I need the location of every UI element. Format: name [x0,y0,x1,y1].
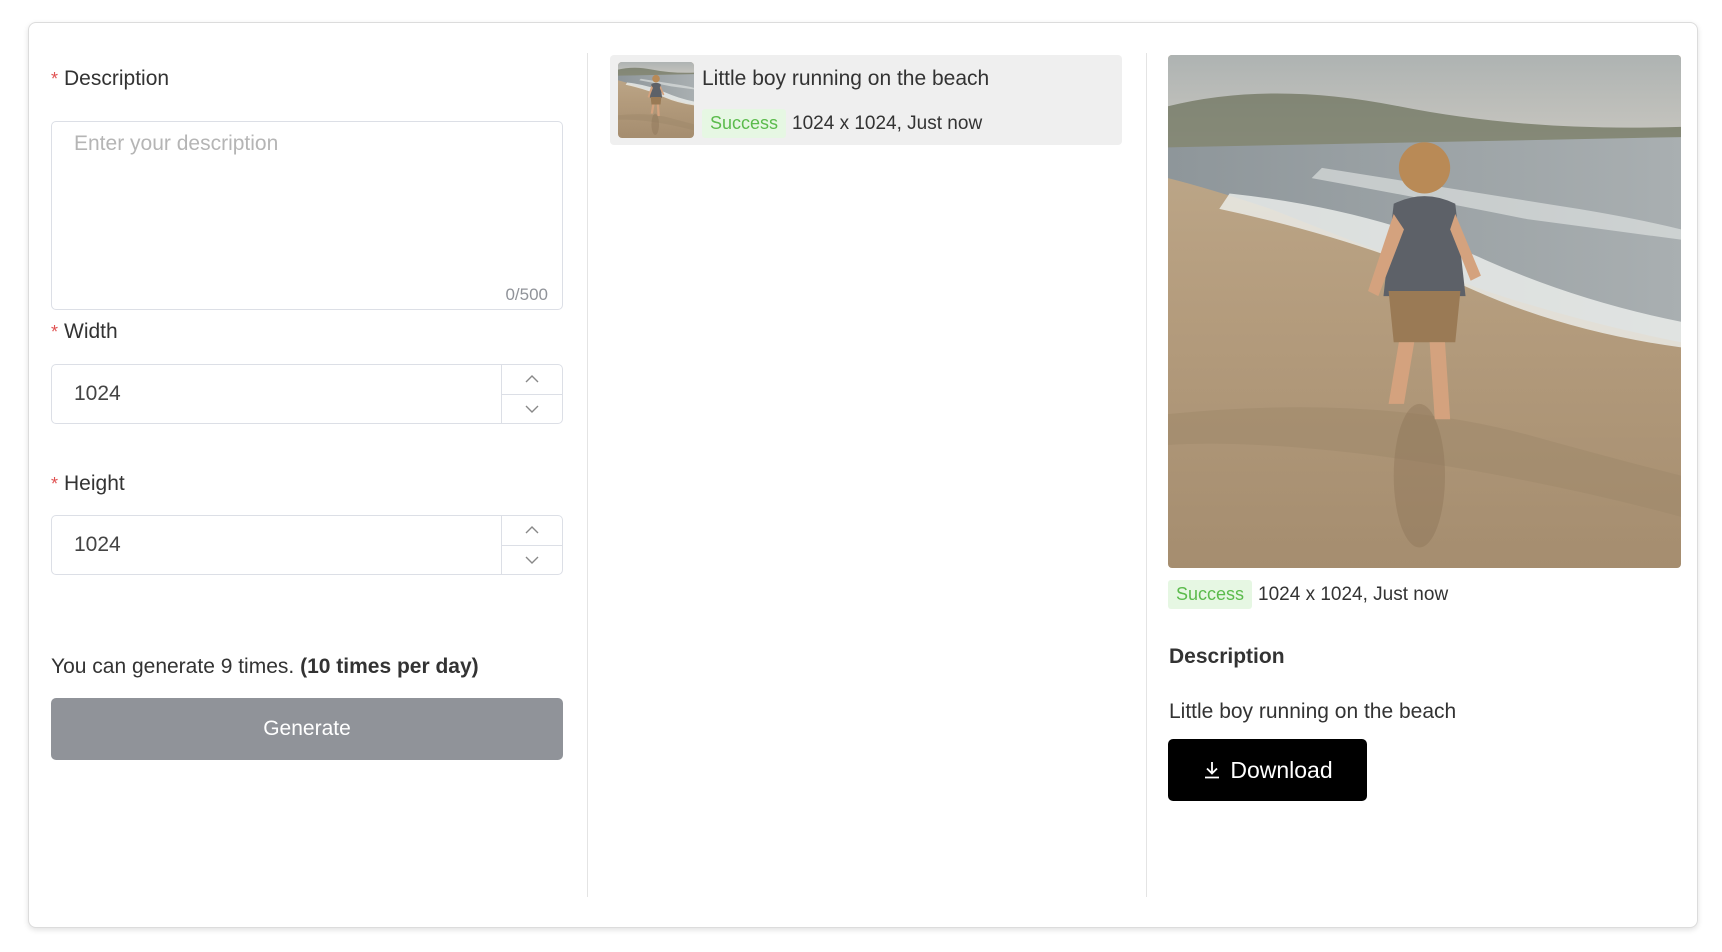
height-label: * Height [51,472,125,496]
description-label-text: Description [64,67,170,90]
history-item[interactable]: Little boy running on the beach Success … [610,55,1122,145]
width-stepper [501,365,562,423]
quota-text: You can generate 9 times. (10 times per … [51,655,479,679]
download-label: Download [1230,756,1333,783]
description-label: * Description [51,67,169,91]
height-input[interactable] [52,516,502,574]
description-heading: Description [1169,645,1285,668]
chevron-up-icon [525,375,539,383]
height-stepper [501,516,562,574]
generate-button[interactable]: Generate [51,698,563,760]
width-increment-button[interactable] [502,365,562,395]
history-item-meta: Success 1024 x 1024, Just now [702,109,982,138]
generator-panel: * Description 0/500 * Width * Height [28,22,1698,928]
height-label-text: Height [64,472,125,495]
preview-info: 1024 x 1024, Just now [1258,583,1449,605]
width-decrement-button[interactable] [502,395,562,424]
history-item-title: Little boy running on the beach [702,67,990,90]
width-label: * Width [51,320,118,344]
history-item-info: 1024 x 1024, Just now [792,112,983,134]
download-button[interactable]: Download [1168,739,1367,801]
chevron-up-icon [525,526,539,534]
height-field [51,515,563,575]
history-thumbnail [618,62,694,138]
height-increment-button[interactable] [502,516,562,546]
status-badge: Success [702,109,787,138]
required-mark: * [51,321,59,342]
char-counter: 0/500 [505,285,548,304]
required-mark: * [51,473,59,494]
status-badge: Success [1168,580,1253,609]
description-text: Little boy running on the beach [1169,700,1457,723]
description-field: 0/500 [51,121,563,310]
width-label-text: Width [64,320,118,343]
quota-remaining: You can generate 9 times. [51,655,295,678]
column-divider [1146,53,1147,897]
download-icon [1205,762,1220,779]
required-mark: * [51,68,59,89]
quota-limit: (10 times per day) [300,655,479,678]
height-decrement-button[interactable] [502,546,562,575]
width-input[interactable] [52,365,502,423]
description-textarea[interactable] [52,122,562,309]
generated-image [1168,55,1681,568]
column-divider [587,53,588,897]
width-field [51,364,563,424]
chevron-down-icon [525,556,539,564]
chevron-down-icon [525,405,539,413]
preview-meta: Success 1024 x 1024, Just now [1168,580,1448,609]
